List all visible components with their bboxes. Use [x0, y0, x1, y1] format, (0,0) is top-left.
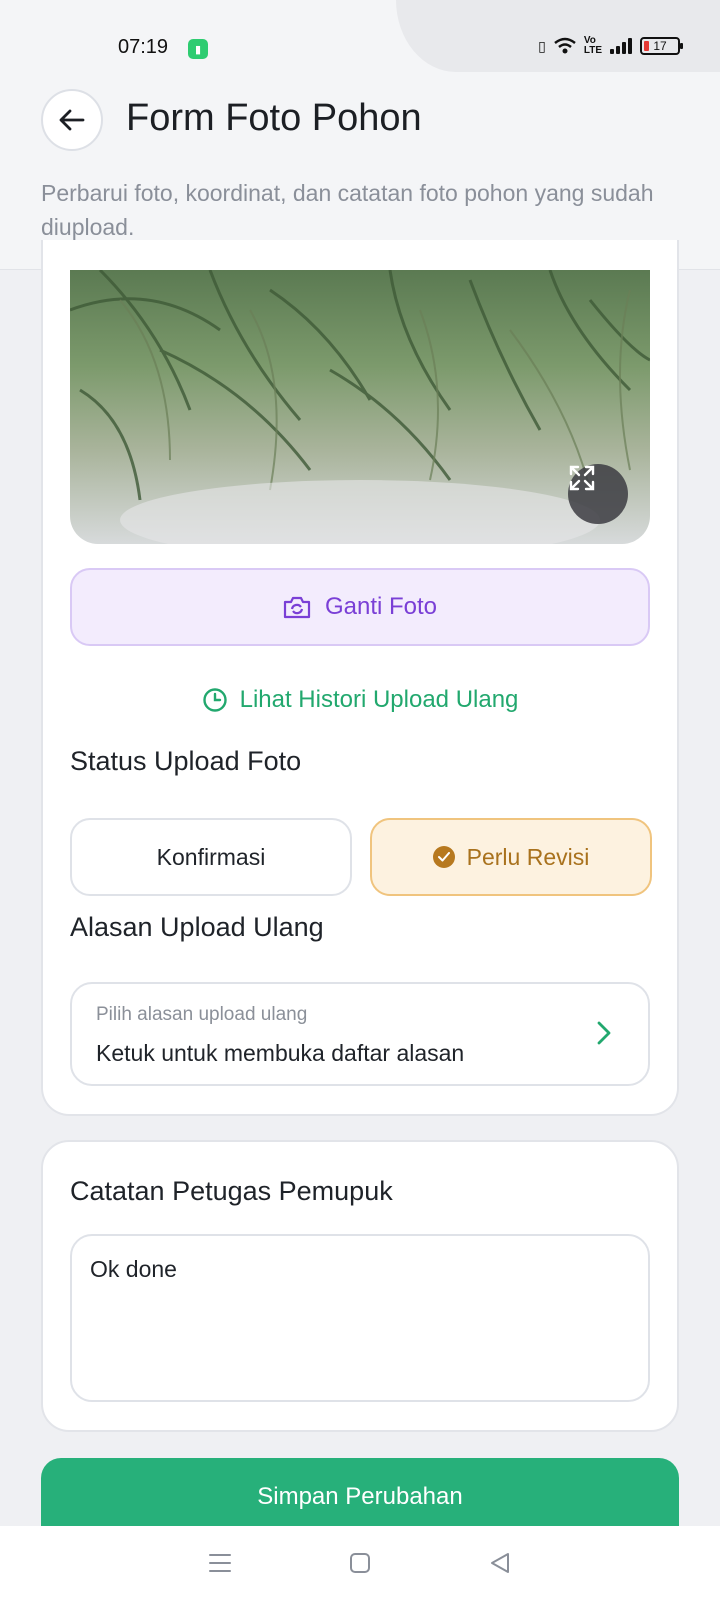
notes-textarea[interactable]: Ok done	[70, 1234, 650, 1402]
menu-icon[interactable]	[208, 1552, 232, 1574]
reupload-reason-select[interactable]: Pilih alasan upload ulang Ketuk untuk me…	[70, 982, 650, 1086]
back-nav-icon[interactable]	[488, 1551, 512, 1575]
status-option-perlu-revisi[interactable]: Perlu Revisi	[370, 818, 652, 896]
back-button[interactable]	[41, 89, 103, 151]
notes-card: Catatan Petugas Pemupuk Ok done	[41, 1140, 679, 1432]
vibrate-icon: ▯	[538, 37, 546, 54]
expand-photo-button[interactable]	[568, 464, 628, 524]
signal-icon	[610, 38, 632, 54]
tree-photo[interactable]	[70, 270, 650, 544]
photo-status-card: Ganti Foto Lihat Histori Upload Ulang St…	[41, 240, 679, 1116]
tree-photo-image	[70, 270, 650, 544]
change-photo-button[interactable]: Ganti Foto	[70, 568, 650, 646]
clock-icon	[202, 688, 227, 712]
status-upload-label: Status Upload Foto	[70, 746, 302, 776]
reupload-reason-value: Ketuk untuk membuka daftar alasan	[96, 1040, 465, 1066]
chevron-right-icon	[597, 1021, 611, 1045]
battery-icon: 17	[640, 37, 683, 55]
status-icons: ▯ Vo LTE 17	[538, 35, 683, 56]
home-icon[interactable]	[348, 1551, 372, 1575]
expand-icon	[569, 465, 595, 491]
change-photo-label: Ganti Foto	[324, 593, 438, 620]
page-subtitle: Perbarui foto, koordinat, dan catatan fo…	[41, 180, 654, 240]
reupload-reason-label: Alasan Upload Ulang	[70, 912, 324, 942]
status-time: 07:19	[118, 36, 169, 58]
check-circle-icon	[432, 846, 455, 868]
status-option-label: Perlu Revisi	[466, 843, 590, 870]
notes-label: Catatan Petugas Pemupuk	[70, 1176, 393, 1206]
reupload-reason-placeholder: Pilih alasan upload ulang	[96, 1004, 308, 1025]
history-link-label: Lihat Histori Upload Ulang	[239, 686, 519, 713]
arrow-left-icon	[59, 109, 85, 131]
status-option-konfirmasi[interactable]: Konfirmasi	[70, 818, 352, 896]
save-button[interactable]: Simpan Perubahan	[41, 1458, 679, 1536]
camera-icon	[283, 596, 311, 619]
status-bar: 07:19 ▮ ▯ Vo LTE 17	[0, 0, 720, 72]
history-link[interactable]: Lihat Histori Upload Ulang	[43, 680, 677, 720]
system-nav-bar	[0, 1526, 720, 1600]
battery-level: 17	[653, 39, 667, 53]
wifi-icon	[554, 37, 576, 54]
app-notification-icon: ▮	[188, 39, 208, 59]
status-option-label: Konfirmasi	[156, 843, 266, 870]
volte-icon: Vo LTE	[583, 35, 602, 56]
page-title: Form Foto Pohon	[126, 97, 422, 139]
